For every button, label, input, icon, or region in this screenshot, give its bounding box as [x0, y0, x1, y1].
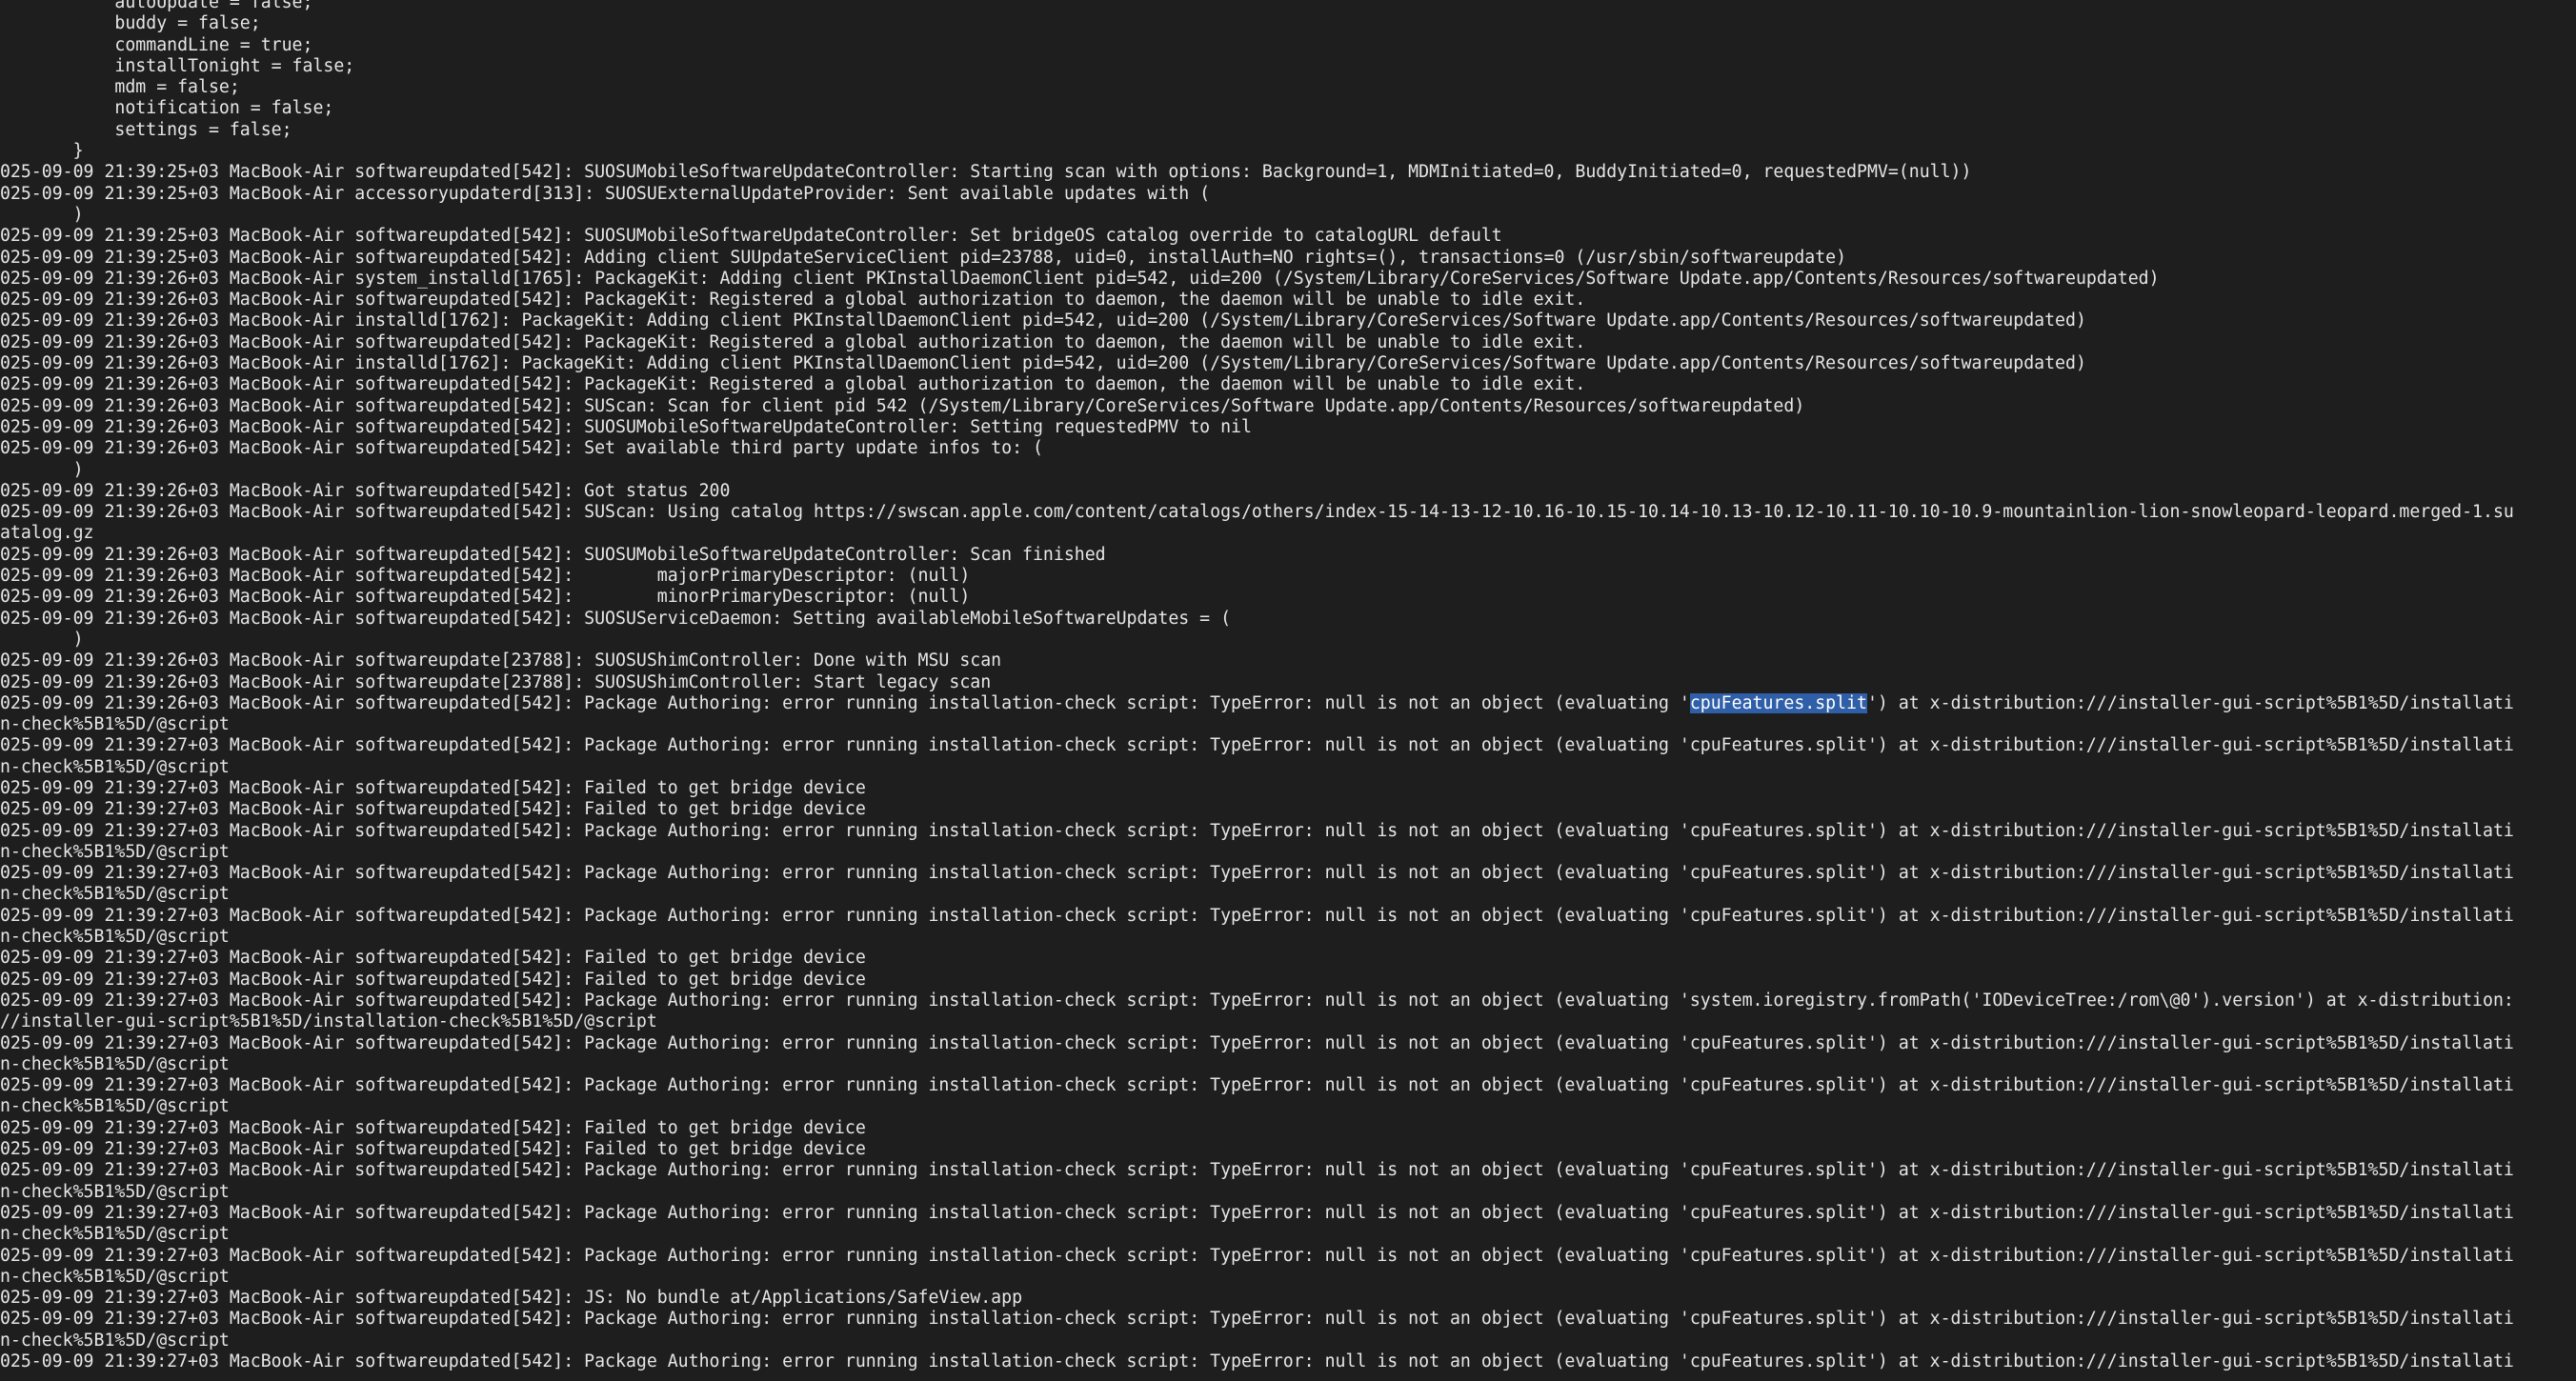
log-line: 2025-09-09 21:39:27+03 MacBook-Air softw…	[0, 1139, 866, 1160]
log-line: 2025-09-09 21:39:26+03 MacBook-Air softw…	[0, 544, 1106, 565]
log-line: 2025-09-09 21:39:27+03 MacBook-Air softw…	[0, 1288, 1023, 1309]
log-line: on-check%5B1%5D/@script	[0, 927, 230, 948]
log-line: 2025-09-09 21:39:26+03 MacBook-Air softw…	[0, 587, 971, 608]
log-line: 2025-09-09 21:39:26+03 MacBook-Air softw…	[0, 650, 1002, 671]
log-line: 2025-09-09 21:39:27+03 MacBook-Air softw…	[0, 1160, 2514, 1181]
log-line: 2025-09-09 21:39:27+03 MacBook-Air softw…	[0, 905, 2514, 926]
log-line: 2025-09-09 21:39:26+03 MacBook-Air softw…	[0, 290, 1586, 310]
log-line: on-check%5B1%5D/@script	[0, 841, 230, 862]
log-line: 2025-09-09 21:39:27+03 MacBook-Air softw…	[0, 863, 2514, 884]
log-line: 2025-09-09 21:39:25+03 MacBook-Air acces…	[0, 183, 1211, 204]
log-line: autoUpdate = false;	[0, 0, 313, 12]
log-line: 2025-09-09 21:39:27+03 MacBook-Air softw…	[0, 1032, 2514, 1053]
log-line: on-check%5B1%5D/@script	[0, 1181, 230, 1202]
log-line: commandLine = true;	[0, 34, 313, 55]
log-line: on-check%5B1%5D/@script	[0, 884, 230, 905]
log-line: installTonight = false;	[0, 55, 355, 76]
log-line: 2025-09-09 21:39:25+03 MacBook-Air softw…	[0, 226, 1502, 247]
log-line: 2025-09-09 21:39:26+03 MacBook-Air softw…	[0, 671, 992, 692]
log-line-text: 2025-09-09 21:39:26+03 MacBook-Air softw…	[0, 692, 1690, 713]
log-line: 2025-09-09 21:39:27+03 MacBook-Air softw…	[0, 1202, 2514, 1223]
log-line: 2025-09-09 21:39:26+03 MacBook-Air softw…	[0, 374, 1586, 395]
terminal-output[interactable]: autoUpdate = false; buddy = false; comma…	[0, 0, 2576, 1381]
log-line-text: ') at x-distribution:///installer-gui-sc…	[1866, 692, 2514, 713]
log-line: mdm = false;	[0, 77, 240, 98]
log-line: )	[72, 629, 84, 650]
log-line: 2025-09-09 21:39:26+03 MacBook-Air softw…	[0, 438, 1043, 459]
log-line: 2025-09-09 21:39:26+03 MacBook-Air softw…	[0, 566, 971, 587]
log-line: 2025-09-09 21:39:27+03 MacBook-Air softw…	[0, 820, 2514, 841]
log-line: 2025-09-09 21:39:27+03 MacBook-Air softw…	[0, 1117, 866, 1138]
log-line: 2025-09-09 21:39:27+03 MacBook-Air softw…	[0, 735, 2514, 756]
log-line: 2025-09-09 21:39:26+03 MacBook-Air softw…	[0, 331, 1586, 352]
log-line: 2025-09-09 21:39:26+03 MacBook-Air softw…	[0, 692, 2576, 714]
log-line: 2025-09-09 21:39:26+03 MacBook-Air softw…	[0, 480, 731, 501]
log-line: )	[72, 459, 84, 480]
log-line: 2025-09-09 21:39:27+03 MacBook-Air softw…	[0, 1309, 2514, 1330]
log-line: 2025-09-09 21:39:27+03 MacBook-Air softw…	[0, 948, 866, 969]
log-line: 2025-09-09 21:39:27+03 MacBook-Air softw…	[0, 990, 2514, 1011]
log-line: notification = false;	[0, 98, 334, 119]
log-line: ///installer-gui-script%5B1%5D/installat…	[0, 1011, 657, 1032]
log-line: catalog.gz	[0, 523, 94, 544]
log-line: 2025-09-09 21:39:27+03 MacBook-Air softw…	[0, 1245, 2514, 1266]
log-line: on-check%5B1%5D/@script	[0, 714, 230, 735]
log-line: 2025-09-09 21:39:25+03 MacBook-Air softw…	[0, 247, 1847, 268]
log-line: }	[72, 141, 84, 162]
log-line: 2025-09-09 21:39:26+03 MacBook-Air syste…	[0, 268, 2160, 289]
log-line: 2025-09-09 21:39:26+03 MacBook-Air softw…	[0, 416, 1252, 437]
log-line: 2025-09-09 21:39:27+03 MacBook-Air softw…	[0, 969, 866, 990]
log-line: 2025-09-09 21:39:27+03 MacBook-Air softw…	[0, 799, 866, 820]
log-line: settings = false;	[0, 119, 292, 140]
log-line: 2025-09-09 21:39:26+03 MacBook-Air insta…	[0, 310, 2086, 331]
log-line: 2025-09-09 21:39:27+03 MacBook-Air softw…	[0, 1075, 2514, 1096]
log-line: 2025-09-09 21:39:27+03 MacBook-Air softw…	[0, 777, 866, 798]
log-line: on-check%5B1%5D/@script	[0, 1224, 230, 1245]
log-line: 2025-09-09 21:39:27+03 MacBook-Air softw…	[0, 1351, 2514, 1371]
log-line: on-check%5B1%5D/@script	[0, 1266, 230, 1287]
log-line: 2025-09-09 21:39:25+03 MacBook-Air softw…	[0, 162, 1972, 183]
log-line: buddy = false;	[0, 13, 261, 34]
log-line: 2025-09-09 21:39:26+03 MacBook-Air insta…	[0, 353, 2086, 374]
selected-text[interactable]: cpuFeatures.split	[1689, 692, 1867, 713]
log-line: on-check%5B1%5D/@script	[0, 756, 230, 777]
log-line: )	[72, 204, 84, 225]
log-line: 2025-09-09 21:39:26+03 MacBook-Air softw…	[0, 502, 2514, 523]
log-line: on-check%5B1%5D/@script	[0, 1053, 230, 1074]
log-line: on-check%5B1%5D/@script	[0, 1096, 230, 1117]
log-line: on-check%5B1%5D/@script	[0, 1330, 230, 1351]
log-line: 2025-09-09 21:39:26+03 MacBook-Air softw…	[0, 395, 1805, 416]
log-line: 2025-09-09 21:39:26+03 MacBook-Air softw…	[0, 608, 1232, 629]
